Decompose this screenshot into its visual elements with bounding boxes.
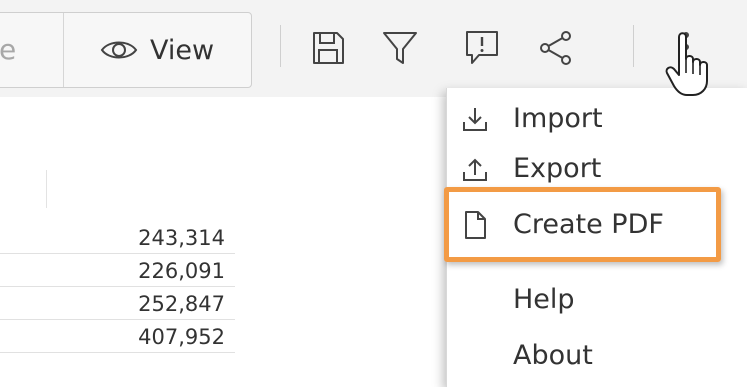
menu-item-about[interactable]: About [447,327,747,385]
table-row: 243,314 [0,222,235,254]
import-icon [461,106,489,134]
table-row: 407,952 [0,321,235,353]
table-cell-value: 226,091 [138,259,225,283]
menu-item-help[interactable]: Help [447,271,747,329]
table-row: 252,847 [0,288,235,320]
toolbar-button-group: e View [0,12,252,88]
share-icon [538,30,574,66]
app-page: e View 243,314 226,091 252,847 407,952 I… [0,0,747,387]
table-cell-value: 243,314 [138,226,225,250]
export-icon [461,156,489,184]
table-cell-value: 252,847 [138,292,225,316]
view-button-label: View [149,34,215,66]
pdf-file-icon [461,210,489,239]
share-button[interactable] [534,24,578,72]
menu-item-label: Create PDF [513,209,664,240]
toolbar: e View [0,0,747,97]
row-divider [0,352,235,353]
more-options-menu: Import Export Create PDF Help About [446,88,747,387]
menu-item-label: Help [513,284,575,315]
table-header-divider [46,170,47,208]
table-row [0,354,235,386]
row-divider [0,319,235,320]
partial-toolbar-button[interactable]: e [0,13,64,87]
row-divider [0,286,235,287]
partial-toolbar-button-label: e [0,33,17,66]
menu-item-export[interactable]: Export [447,140,747,198]
menu-item-create-pdf[interactable]: Create PDF [447,196,747,254]
save-icon [310,30,346,66]
hand-cursor-icon [663,25,713,97]
filter-button[interactable] [378,24,422,72]
toolbar-divider [633,25,634,67]
menu-item-label: Export [513,153,602,184]
comment-button[interactable] [460,24,504,72]
save-button[interactable] [306,24,350,72]
view-button[interactable]: View [63,13,251,87]
menu-item-label: About [513,340,593,371]
comment-icon [464,29,500,67]
toolbar-divider [280,25,281,67]
row-divider [0,253,235,254]
table-cell-value: 407,952 [138,325,225,349]
eye-icon [100,38,138,62]
table-row: 226,091 [0,255,235,287]
filter-icon [382,30,418,66]
